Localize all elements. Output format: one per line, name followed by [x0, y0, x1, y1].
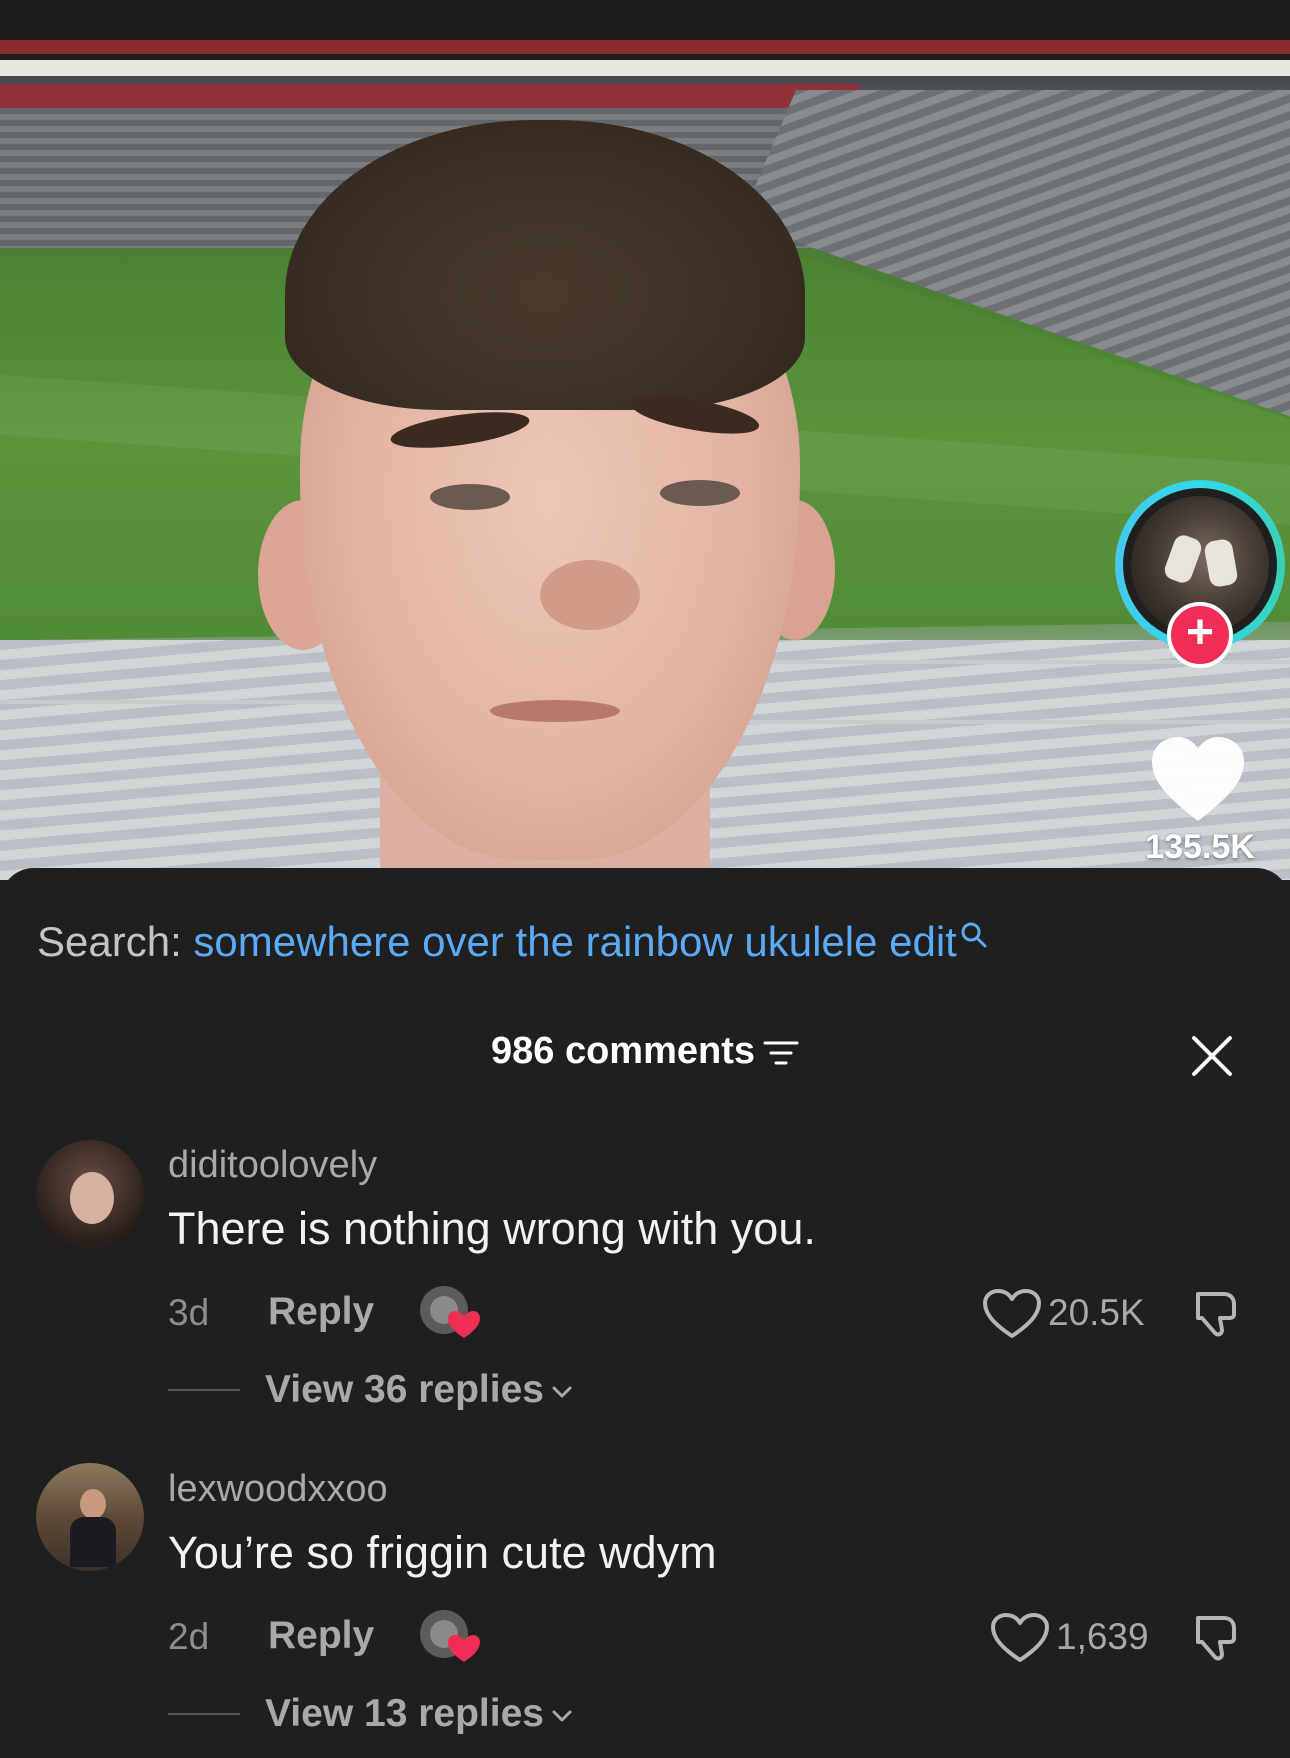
comment-text: You’re so friggin cute wdym — [168, 1527, 717, 1578]
video-player[interactable]: + 135.5K — [0, 0, 1290, 880]
reply-button[interactable]: Reply — [268, 1614, 374, 1658]
person-eye-right — [660, 480, 740, 506]
comment-like-count: 20.5K — [1048, 1292, 1145, 1333]
replies-divider — [168, 1713, 240, 1715]
comment-username[interactable]: lexwoodxxoo — [168, 1468, 388, 1511]
reply-button[interactable]: Reply — [268, 1290, 374, 1334]
comment-avatar[interactable] — [36, 1463, 144, 1571]
person-eye-left — [430, 484, 510, 510]
comment-age: 2d — [168, 1616, 210, 1657]
view-replies-label: View 36 replies — [265, 1368, 544, 1411]
like-heart-icon[interactable] — [1150, 735, 1246, 825]
stadium-red-band — [0, 40, 1290, 54]
comment-avatar[interactable] — [36, 1140, 144, 1248]
search-suggestion[interactable]: Search: somewhere over the rainbow ukule… — [37, 918, 989, 966]
view-replies-button[interactable]: View 36 replies — [265, 1368, 574, 1412]
railing — [720, 720, 1290, 724]
chevron-down-icon — [552, 1710, 572, 1722]
close-icon[interactable] — [1190, 1034, 1234, 1078]
stadium-ribbon-board — [0, 60, 1290, 76]
comment-like-heart-icon[interactable] — [982, 1288, 1042, 1340]
view-replies-label: View 13 replies — [265, 1692, 544, 1735]
replies-divider — [168, 1389, 240, 1391]
comments-count: 986 comments — [490, 1030, 755, 1072]
creator-liked-icon — [420, 1286, 480, 1338]
search-query-link[interactable]: somewhere over the rainbow ukulele edit — [193, 918, 956, 965]
comment-like-heart-icon[interactable] — [990, 1612, 1050, 1664]
search-prefix: Search: — [37, 918, 182, 965]
comment-like-count: 1,639 — [1056, 1616, 1149, 1657]
chevron-down-icon — [552, 1386, 572, 1398]
dislike-icon[interactable] — [1190, 1284, 1246, 1340]
comments-count-header: 986 comments — [0, 1030, 1290, 1073]
video-like-count: 135.5K — [1145, 828, 1255, 866]
creator-liked-icon — [420, 1610, 480, 1662]
person-nose — [540, 560, 640, 630]
view-replies-button[interactable]: View 13 replies — [265, 1692, 574, 1736]
comment-text: There is nothing wrong with you. — [168, 1203, 816, 1254]
search-icon[interactable] — [959, 920, 989, 950]
railing — [0, 700, 360, 704]
comment-username[interactable]: diditoolovely — [168, 1144, 377, 1187]
follow-plus-icon[interactable]: + — [1167, 602, 1233, 668]
comment-age: 3d — [168, 1292, 210, 1333]
person-mouth — [490, 700, 620, 722]
stadium-red-band-lower — [0, 84, 860, 110]
dislike-icon[interactable] — [1190, 1608, 1246, 1664]
filter-icon[interactable] — [763, 1039, 799, 1067]
